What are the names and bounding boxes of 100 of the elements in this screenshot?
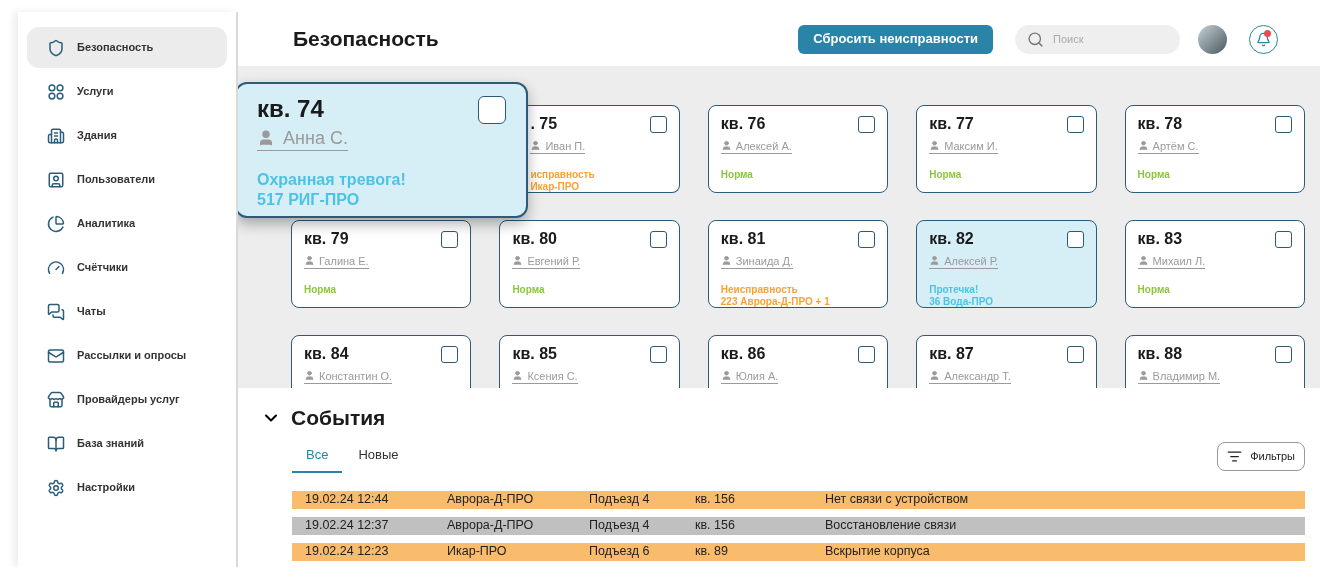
apartment-card[interactable]: кв. 86 Юлия А. — [707, 335, 889, 388]
table-cell-text: кв. 89 — [695, 543, 729, 561]
checkbox[interactable] — [1275, 116, 1292, 133]
sidebar-item[interactable]: Настройки — [27, 467, 227, 508]
building-icon — [47, 126, 65, 145]
apartment-card[interactable]: кв. 82 Алексей Р. Протечка! 36 Вода-ПРО — [916, 220, 1097, 308]
status-text: Норма — [929, 169, 963, 181]
tab[interactable]: Новые — [344, 443, 413, 473]
apartment-title: кв. 78 — [1137, 114, 1183, 134]
apartment-title: кв. 84 — [304, 344, 349, 364]
checkbox[interactable] — [441, 231, 459, 248]
status-text: Норма — [512, 284, 546, 296]
table-cell-text: Вскрытие корпуса — [825, 543, 931, 561]
apartment-title: кв. 81 — [720, 229, 766, 249]
person-icon — [929, 370, 941, 381]
person-icon — [257, 129, 275, 147]
person-icon — [720, 140, 732, 151]
apartment-card[interactable]: кв. 77 Максим И. Норма — [916, 105, 1097, 193]
apartment-card[interactable]: кв. 83 Михаил Л. Норма — [1124, 220, 1305, 308]
apartment-title: кв. 80 — [512, 229, 557, 249]
apartment-card[interactable]: кв. 84 Константин О. — [291, 335, 472, 388]
apartment-card[interactable]: кв. 88 Владимир М. — [1124, 335, 1305, 388]
person-icon — [304, 370, 315, 381]
envelope-icon — [47, 346, 65, 365]
sidebar-item[interactable]: Рассылки и опросы — [27, 335, 227, 376]
reset-faults-button[interactable]: Сбросить неисправности — [798, 24, 993, 54]
apartment-title: кв. 76 — [720, 114, 766, 134]
person-icon — [929, 140, 941, 151]
apartment-title: кв. 77 — [929, 114, 974, 134]
person-icon — [1137, 255, 1149, 266]
status-text: Норма — [1137, 169, 1171, 181]
tab[interactable]: Все — [292, 443, 343, 473]
table-cell-text: 19.02.24 12:23 — [305, 543, 390, 561]
checkbox[interactable] — [1275, 346, 1292, 363]
checkbox[interactable] — [858, 346, 876, 363]
table-cell-text: Нет связи с устройством — [825, 491, 970, 509]
status-text: Протечка! 36 Вода-ПРО — [929, 284, 995, 308]
search-icon — [1027, 30, 1044, 48]
table-cell-text: Подъезд 4 — [589, 491, 651, 509]
apartment-title: кв. 86 — [720, 344, 766, 364]
shield-icon — [47, 38, 65, 57]
table-cell-text: кв. 156 — [695, 491, 736, 509]
checkbox[interactable] — [858, 116, 876, 133]
person-icon — [512, 370, 524, 381]
chat-icon — [47, 302, 65, 321]
apartment-title: . 75 — [530, 114, 558, 134]
apartment-card[interactable]: кв. 76 Алексей А. Норма — [707, 105, 889, 193]
checkbox[interactable] — [1066, 231, 1084, 248]
apartment-card[interactable]: кв. 81 Зинаида Д. Неисправность 223 Аврора-Д-ПРО + 1 — [707, 220, 889, 308]
checkbox[interactable] — [1066, 116, 1084, 133]
checkbox[interactable] — [1275, 231, 1292, 248]
pie-chart-icon — [47, 214, 65, 233]
apartment-card[interactable]: кв. 85 Ксения С. — [499, 335, 680, 388]
status-text: Неисправность 223 Аврора-Д-ПРО + 1 — [720, 284, 831, 308]
event-row[interactable]: 19.02.24 12:37 Аврора-Д-ПРО Подъезд 4 кв. 156 Восстановление связи — [292, 516, 1305, 535]
avatar[interactable] — [1198, 24, 1227, 54]
table-cell-text: кв. 156 — [695, 517, 736, 535]
sidebar-item[interactable]: Счётчики — [27, 247, 227, 288]
checkbox[interactable] — [441, 346, 459, 363]
sidebar-item[interactable]: Пользователи — [27, 159, 227, 200]
apartment-title: кв. 83 — [1137, 229, 1183, 249]
event-row[interactable]: 19.02.24 12:23 Икар-ПРО Подъезд 6 кв. 89 Вскрытие корпуса — [292, 542, 1305, 561]
sidebar-item[interactable]: Безопасность — [27, 27, 227, 68]
filters-button[interactable]: Фильтры — [1217, 441, 1305, 471]
person-icon — [929, 255, 941, 266]
checkbox[interactable] — [1066, 346, 1084, 363]
apartment-tooltip[interactable]: кв. 74 Анна С. Охранная тревога! 517 РИГ-ПРО — [238, 82, 528, 218]
search-field[interactable]: Поиск — [1015, 24, 1180, 54]
event-row[interactable]: 19.02.24 12:44 Аврора-Д-ПРО Подъезд 4 кв. 156 Нет связи с устройством — [292, 490, 1305, 509]
checkbox[interactable] — [649, 346, 667, 363]
sidebar-item[interactable]: Провайдеры услуг — [27, 379, 227, 420]
apartment-title: кв. 74 — [257, 94, 324, 124]
user-icon — [47, 170, 65, 189]
person-icon — [530, 140, 542, 151]
apartment-card[interactable]: кв. 79 Галина Е. Норма — [291, 220, 472, 308]
gauge-icon — [47, 258, 65, 277]
apartment-card[interactable]: кв. 78 Артём С. Норма — [1124, 105, 1305, 193]
person-icon — [1137, 370, 1149, 381]
sidebar-item[interactable]: Аналитика — [27, 203, 227, 244]
person-icon — [1137, 140, 1149, 151]
status-text: Норма — [720, 169, 754, 181]
status-text: Норма — [1137, 284, 1171, 296]
checkbox[interactable] — [858, 231, 876, 248]
sidebar-item[interactable]: Услуги — [27, 71, 227, 112]
apartment-card[interactable]: . 75 Иван П. исправность Икар-ПРО — [528, 105, 680, 193]
table-cell-text: Восстановление связи — [825, 517, 958, 535]
checkbox[interactable] — [649, 116, 667, 133]
page-title: Безопасность — [293, 26, 439, 53]
table-cell-text: Аврора-Д-ПРО — [447, 517, 535, 535]
sidebar-item[interactable]: База знаний — [27, 423, 227, 464]
person-icon — [720, 370, 732, 381]
checkbox[interactable] — [478, 96, 506, 124]
section-title: События — [291, 405, 386, 431]
apartment-card[interactable]: кв. 80 Евгений Р. Норма — [499, 220, 680, 308]
apartment-title: кв. 88 — [1137, 344, 1183, 364]
sidebar-item[interactable]: Здания — [27, 115, 227, 156]
apartment-title: кв. 87 — [929, 344, 974, 364]
sidebar-item[interactable]: Чаты — [27, 291, 227, 332]
apartment-card[interactable]: кв. 87 Александр Т. — [916, 335, 1097, 388]
checkbox[interactable] — [649, 231, 667, 248]
